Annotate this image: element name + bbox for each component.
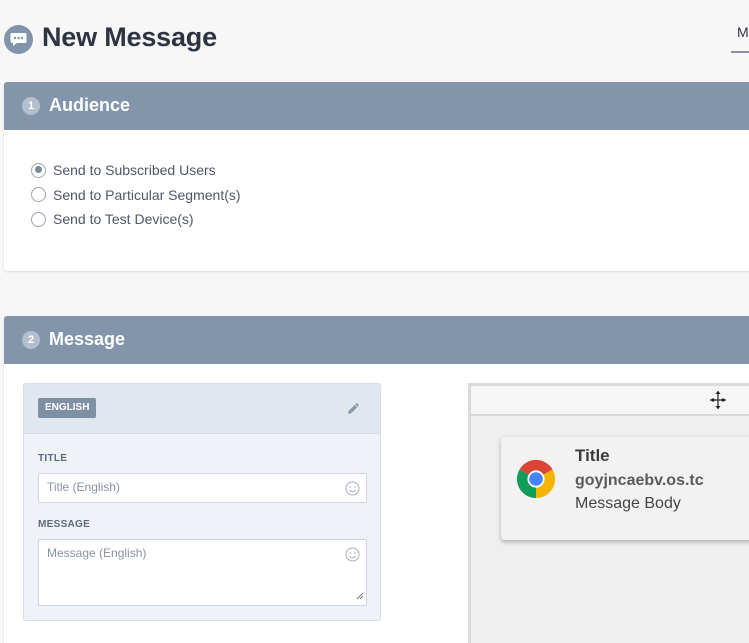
step-number-badge: 2 [22,331,40,349]
audience-section: 1 Audience Send to Subscribed Users Send… [4,82,749,271]
step-number-badge: 1 [22,97,40,115]
resize-grip-icon[interactable] [356,589,364,603]
message-bubble-icon [4,25,33,54]
title-input[interactable]: Title (English) [38,473,367,503]
pencil-icon[interactable] [347,402,360,420]
notification-body: Message Body [575,495,681,512]
move-cursor-icon [709,390,727,415]
smiley-icon[interactable] [345,481,360,499]
page-title: New Message [42,22,217,52]
chrome-icon [516,459,556,504]
section-title: Message [49,329,126,349]
message-textarea[interactable]: Message (English) [38,539,367,606]
audience-section-header: 1 Audience [4,82,749,130]
audience-radio-group: Send to Subscribed Users Send to Particu… [31,158,241,232]
section-title: Audience [49,95,131,115]
message-section: 2 Message ENGLISH TITLE Title (English) [4,316,749,643]
radio-button[interactable] [31,211,46,227]
radio-option-test-devices[interactable]: Send to Test Device(s) [31,207,241,232]
radio-button[interactable] [31,162,46,178]
radio-option-subscribed-users[interactable]: Send to Subscribed Users [31,158,241,183]
radio-option-particular-segments[interactable]: Send to Particular Segment(s) [31,183,241,208]
preview-browser-bar: ⋮ [471,386,749,416]
notification-title: Title [575,446,610,465]
notification-site: goyjncaebv.os.tc [575,472,704,489]
language-editor-header: ENGLISH [24,384,380,434]
page-header: New Message M [0,0,749,78]
smiley-icon[interactable] [345,547,360,565]
title-field-label: TITLE [38,453,68,464]
tab-messages[interactable]: M [731,24,749,53]
radio-button[interactable] [31,187,46,203]
more-options-icon[interactable]: ⋮ [743,386,749,403]
title-input-placeholder: Title (English) [47,480,120,494]
notification-preview: ⋮ Title goyjncaebv.os.tc Message Body [468,383,749,643]
radio-label: Send to Subscribed Users [53,162,216,179]
radio-label: Send to Test Device(s) [53,211,194,228]
radio-label: Send to Particular Segment(s) [53,186,241,203]
message-textarea-placeholder: Message (English) [47,546,147,560]
language-badge: ENGLISH [38,398,97,418]
message-field-label: MESSAGE [38,519,91,530]
message-section-header: 2 Message [4,316,749,364]
language-editor-card: ENGLISH TITLE Title (English) MESSAGE Me… [23,383,381,621]
push-notification-card[interactable]: Title goyjncaebv.os.tc Message Body [501,437,749,540]
